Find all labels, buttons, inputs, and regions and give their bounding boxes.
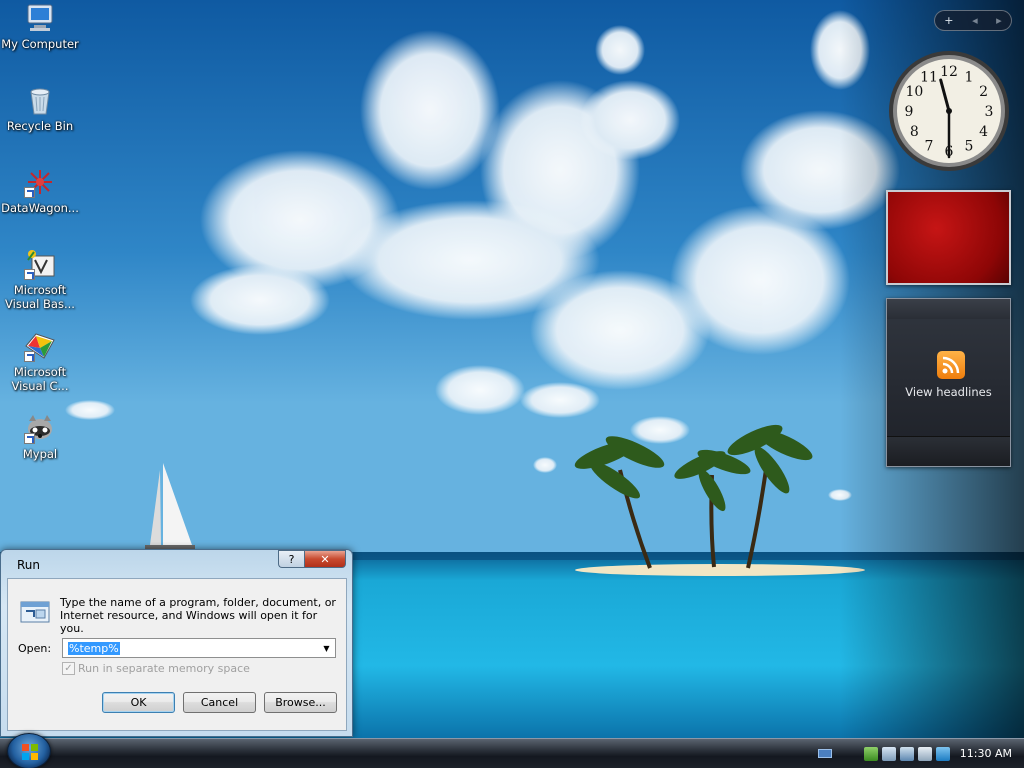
clock-numeral: 10 bbox=[905, 84, 923, 100]
shortcut-arrow-icon bbox=[24, 351, 35, 362]
rss-feed-icon bbox=[937, 351, 965, 379]
desktop-icon-my-computer[interactable]: My Computer bbox=[0, 2, 80, 51]
mypal-icon bbox=[24, 412, 56, 444]
visual-c-icon bbox=[24, 330, 56, 362]
volume-icon[interactable] bbox=[917, 746, 932, 761]
checkbox-label: Run in separate memory space bbox=[78, 662, 250, 675]
taskbar-clock[interactable]: 11:30 AM bbox=[960, 747, 1012, 760]
recycle-bin-icon bbox=[24, 84, 56, 116]
my-computer-icon bbox=[24, 2, 56, 34]
shortcut-arrow-icon bbox=[24, 187, 35, 198]
checkbox-check-icon: ✓ bbox=[62, 662, 75, 675]
desktop-icon-recycle-bin[interactable]: Recycle Bin bbox=[0, 84, 80, 133]
windows-logo-icon bbox=[22, 744, 38, 760]
desktop-icon-visual-basic[interactable]: Microsoft Visual Bas... bbox=[0, 248, 80, 311]
clock-numeral: 4 bbox=[979, 124, 988, 140]
clock-numeral: 11 bbox=[920, 69, 938, 85]
desktop-icon-mypal[interactable]: Mypal bbox=[0, 412, 80, 461]
browse-button[interactable]: Browse... bbox=[264, 692, 337, 713]
clock-numeral: 5 bbox=[965, 139, 974, 155]
add-gadget-button[interactable]: + bbox=[944, 14, 953, 27]
cancel-button[interactable]: Cancel bbox=[183, 692, 256, 713]
dialog-title: Run bbox=[17, 558, 41, 572]
clock-numeral: 9 bbox=[905, 104, 914, 120]
start-button[interactable] bbox=[7, 733, 51, 768]
feeds-header bbox=[887, 299, 1010, 319]
run-dialog: Run ? ✕ Type the name of a program, fold… bbox=[0, 549, 353, 737]
view-headlines-link[interactable]: View headlines bbox=[887, 385, 1010, 399]
title-bar-buttons: ? ✕ bbox=[278, 550, 346, 568]
tm-icon[interactable] bbox=[935, 746, 950, 761]
desktop-icon-visual-c[interactable]: Microsoft Visual C... bbox=[0, 330, 80, 393]
slideshow-gadget[interactable] bbox=[886, 190, 1011, 285]
ok-button[interactable]: OK bbox=[102, 692, 175, 713]
open-label: Open: bbox=[18, 642, 52, 655]
open-combobox[interactable]: %temp% ▼ bbox=[62, 638, 336, 658]
datawagon-icon bbox=[24, 166, 56, 198]
sidebar-controls: + ◂ ▸ bbox=[934, 10, 1012, 31]
shortcut-arrow-icon bbox=[24, 269, 35, 280]
desktop-icon-label-line2: Visual C... bbox=[11, 379, 69, 393]
shortcut-arrow-icon bbox=[24, 433, 35, 444]
monitor-icon[interactable] bbox=[899, 746, 914, 761]
network-icon[interactable] bbox=[881, 746, 896, 761]
clock-numeral: 1 bbox=[965, 69, 974, 85]
desktop-icon-label: DataWagon... bbox=[1, 201, 79, 215]
help-button[interactable]: ? bbox=[278, 550, 304, 568]
run-icon bbox=[20, 599, 52, 625]
clock-numeral: 3 bbox=[985, 104, 994, 120]
dialog-message: Type the name of a program, folder, docu… bbox=[60, 596, 336, 635]
chevron-down-icon[interactable]: ▼ bbox=[318, 639, 335, 657]
feed-headlines-gadget[interactable]: View headlines bbox=[886, 298, 1011, 467]
desktop-icon-label-line2: Visual Bas... bbox=[5, 297, 75, 311]
clock-numeral: 8 bbox=[910, 124, 919, 140]
network-check-icon[interactable] bbox=[863, 746, 878, 761]
previous-page-button[interactable]: ◂ bbox=[972, 14, 978, 27]
next-page-button[interactable]: ▸ bbox=[996, 14, 1002, 27]
visual-basic-icon bbox=[24, 248, 56, 280]
feeds-footer bbox=[887, 436, 1010, 466]
clock-numeral: 12 bbox=[940, 64, 958, 80]
close-button[interactable]: ✕ bbox=[304, 550, 346, 568]
dialog-body: Type the name of a program, folder, docu… bbox=[7, 578, 347, 731]
desktop-icon-label-line1: Microsoft bbox=[13, 283, 67, 297]
desktop-icon-label: Recycle Bin bbox=[6, 119, 74, 133]
separate-memory-checkbox[interactable]: ✓ Run in separate memory space bbox=[62, 662, 250, 675]
open-input-value[interactable]: %temp% bbox=[68, 641, 120, 655]
clock-numeral: 7 bbox=[925, 139, 934, 155]
desktop-icon-label-line1: Microsoft bbox=[13, 365, 67, 379]
desktop-icon-label: Mypal bbox=[22, 447, 58, 461]
desktop-icon-label: My Computer bbox=[1, 37, 79, 51]
clock-gadget[interactable]: 121234567891011 bbox=[887, 49, 1011, 173]
system-tray: 11:30 AM bbox=[804, 739, 1024, 768]
desktop-icon-datawagon[interactable]: DataWagon... bbox=[0, 166, 80, 215]
clock-numeral: 2 bbox=[979, 84, 988, 100]
